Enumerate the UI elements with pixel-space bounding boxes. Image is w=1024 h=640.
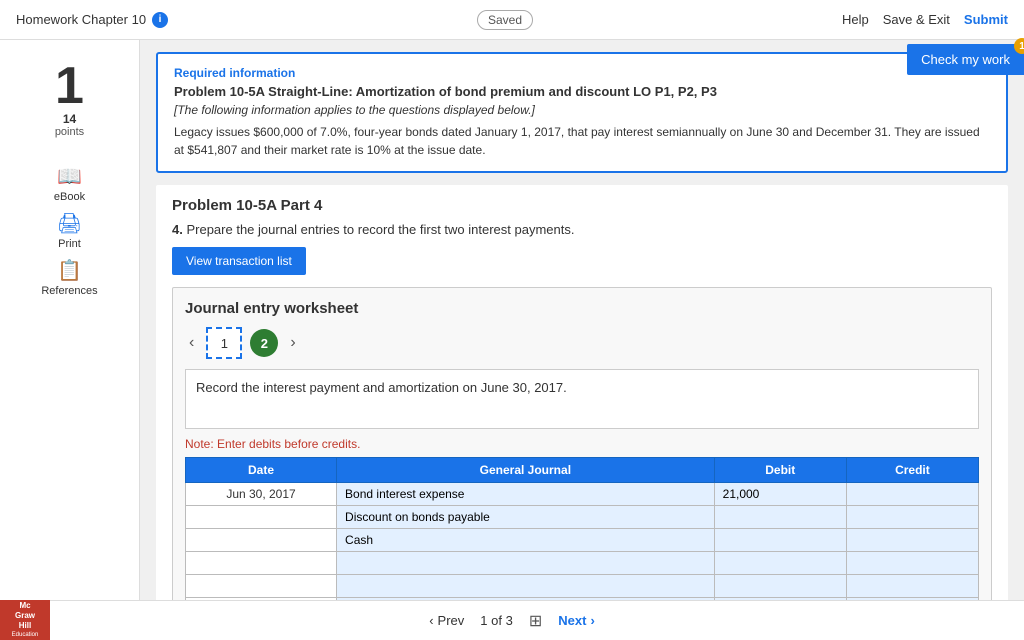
problem-section: Problem 10-5A Part 4 4. Prepare the jour… — [156, 185, 1008, 640]
prev-page-button[interactable]: ‹ — [185, 332, 198, 354]
table-row-credit-2[interactable] — [846, 529, 978, 552]
problem-title: Problem 10-5A Straight-Line: Amortizatio… — [174, 84, 990, 99]
table-row-journal-0[interactable] — [337, 483, 715, 506]
page-indicator: 1 of 3 — [480, 613, 513, 628]
print-label: Print — [58, 238, 81, 250]
submit-button[interactable]: Submit — [964, 12, 1008, 27]
description-text: Record the interest payment and amortiza… — [196, 380, 567, 395]
table-row-date-0: Jun 30, 2017 — [186, 483, 337, 506]
info-box: Required information Problem 10-5A Strai… — [156, 52, 1008, 173]
table-row-journal-2[interactable] — [337, 529, 715, 552]
worksheet-nav: ‹ 1 2 › — [185, 327, 979, 359]
mcgraw-logo: Mc Graw Hill Education — [0, 600, 50, 640]
top-bar-left: Homework Chapter 10 i — [16, 12, 168, 28]
problem-instruction: 4. Prepare the journal entries to record… — [172, 222, 992, 237]
ebook-label: eBook — [54, 191, 85, 203]
save-exit-link[interactable]: Save & Exit — [883, 12, 950, 27]
table-row-date-4 — [186, 575, 337, 598]
print-icon: 🖨 — [57, 211, 82, 236]
page-1-box[interactable]: 1 — [206, 327, 242, 359]
ebook-icon: 📖 — [57, 164, 82, 189]
table-row-date-1 — [186, 506, 337, 529]
th-credit: Credit — [846, 458, 978, 483]
prev-button[interactable]: ‹ Prev — [429, 613, 464, 628]
table-row-credit-0[interactable] — [846, 483, 978, 506]
worksheet-title: Journal entry worksheet — [185, 300, 979, 317]
top-bar: Homework Chapter 10 i Saved Help Save & … — [0, 0, 1024, 40]
check-my-work-button[interactable]: Check my work 1 — [907, 44, 1024, 75]
table-row-date-3 — [186, 552, 337, 575]
bottom-nav: Mc Graw Hill Education ‹ Prev 1 of 3 ⊞ N… — [0, 600, 1024, 640]
main-layout: 1 14 points 📖 eBook 🖨 Print 📋 References… — [0, 40, 1024, 640]
table-row-debit-0[interactable] — [714, 483, 846, 506]
saved-badge: Saved — [477, 10, 533, 30]
next-button[interactable]: Next › — [558, 613, 595, 628]
th-debit: Debit — [714, 458, 846, 483]
required-info: Required information — [174, 66, 990, 80]
info-icon[interactable]: i — [152, 12, 168, 28]
references-tool[interactable]: 📋 References — [41, 258, 97, 297]
table-row-credit-4[interactable] — [846, 575, 978, 598]
table-row-date-2 — [186, 529, 337, 552]
references-icon: 📋 — [57, 258, 82, 283]
table-row-journal-4[interactable] — [337, 575, 715, 598]
table-row-credit-3[interactable] — [846, 552, 978, 575]
question-number-section: 1 14 points — [0, 50, 139, 154]
top-bar-right: Help Save & Exit Submit — [842, 12, 1008, 27]
th-journal: General Journal — [337, 458, 715, 483]
homework-title: Homework Chapter 10 — [16, 12, 146, 27]
check-my-work-area: Check my work 1 — [907, 44, 1024, 75]
problem-text: Legacy issues $600,000 of 7.0%, four-yea… — [174, 123, 990, 159]
table-row-credit-1[interactable] — [846, 506, 978, 529]
references-label: References — [41, 285, 97, 297]
grid-icon[interactable]: ⊞ — [529, 611, 542, 631]
table-row-debit-4[interactable] — [714, 575, 846, 598]
worksheet-box: Journal entry worksheet ‹ 1 2 › Record t… — [172, 287, 992, 640]
table-row-journal-3[interactable] — [337, 552, 715, 575]
ebook-tool[interactable]: 📖 eBook — [54, 164, 85, 203]
page-2-box[interactable]: 2 — [250, 329, 278, 357]
th-date: Date — [186, 458, 337, 483]
content-area: Required information Problem 10-5A Strai… — [140, 40, 1024, 640]
notification-badge: 1 — [1014, 38, 1024, 54]
table-row-journal-1[interactable] — [337, 506, 715, 529]
table-row-debit-1[interactable] — [714, 506, 846, 529]
problem-subtitle: [The following information applies to th… — [174, 103, 990, 117]
note-text: Note: Enter debits before credits. — [185, 437, 979, 451]
points-value: 14 — [63, 112, 76, 126]
points-label: points — [55, 126, 84, 138]
help-link[interactable]: Help — [842, 12, 869, 27]
left-sidebar: 1 14 points 📖 eBook 🖨 Print 📋 References — [0, 40, 140, 640]
journal-table: Date General Journal Debit Credit — [185, 457, 979, 621]
instruction-text: Prepare the journal entries to record th… — [186, 222, 574, 237]
question-number: 1 — [55, 60, 84, 112]
print-tool[interactable]: 🖨 Print — [57, 211, 82, 250]
table-row-debit-2[interactable] — [714, 529, 846, 552]
instruction-number: 4. — [172, 222, 183, 237]
problem-part-title: Problem 10-5A Part 4 — [172, 197, 992, 214]
prev-arrow-icon: ‹ — [429, 613, 433, 628]
sidebar-tools: 📖 eBook 🖨 Print 📋 References — [0, 154, 139, 307]
view-transaction-button[interactable]: View transaction list — [172, 247, 306, 275]
table-row-debit-3[interactable] — [714, 552, 846, 575]
next-page-button[interactable]: › — [286, 332, 299, 354]
next-arrow-icon: › — [590, 613, 594, 628]
description-box: Record the interest payment and amortiza… — [185, 369, 979, 429]
